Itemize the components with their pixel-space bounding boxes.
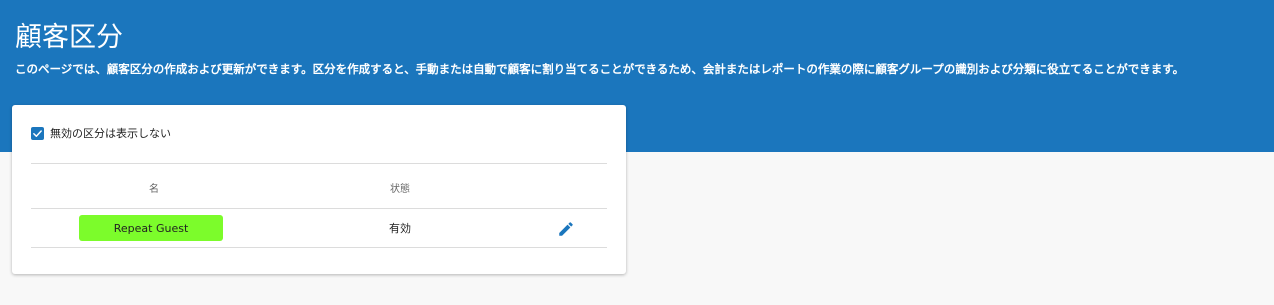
column-header-status[interactable]: 状態 bbox=[277, 180, 523, 195]
segment-status: 有効 bbox=[389, 222, 411, 235]
segments-card: 無効の区分は表示しない 名 状態 Repeat Guest 有効 bbox=[12, 105, 626, 274]
page-title: 顧客区分 bbox=[15, 22, 123, 53]
table-row: Repeat Guest 有効 bbox=[31, 208, 607, 248]
edit-segment-button[interactable] bbox=[555, 218, 577, 240]
segment-name: Repeat Guest bbox=[113, 221, 189, 235]
hide-inactive-checkbox[interactable] bbox=[31, 126, 44, 140]
hide-inactive-label: 無効の区分は表示しない bbox=[50, 127, 171, 140]
column-header-name[interactable]: 名 bbox=[31, 180, 277, 195]
pencil-edit-icon bbox=[559, 222, 573, 236]
segments-table: 名 状態 Repeat Guest 有効 bbox=[31, 163, 607, 248]
check-icon bbox=[33, 129, 42, 137]
table-header-row: 名 状態 bbox=[31, 163, 607, 208]
segment-name-chip: Repeat Guest bbox=[79, 215, 223, 241]
page-description: このページでは、顧客区分の作成および更新ができます。区分を作成すると、手動または… bbox=[15, 62, 1185, 76]
hide-inactive-toggle[interactable]: 無効の区分は表示しない bbox=[31, 125, 171, 141]
